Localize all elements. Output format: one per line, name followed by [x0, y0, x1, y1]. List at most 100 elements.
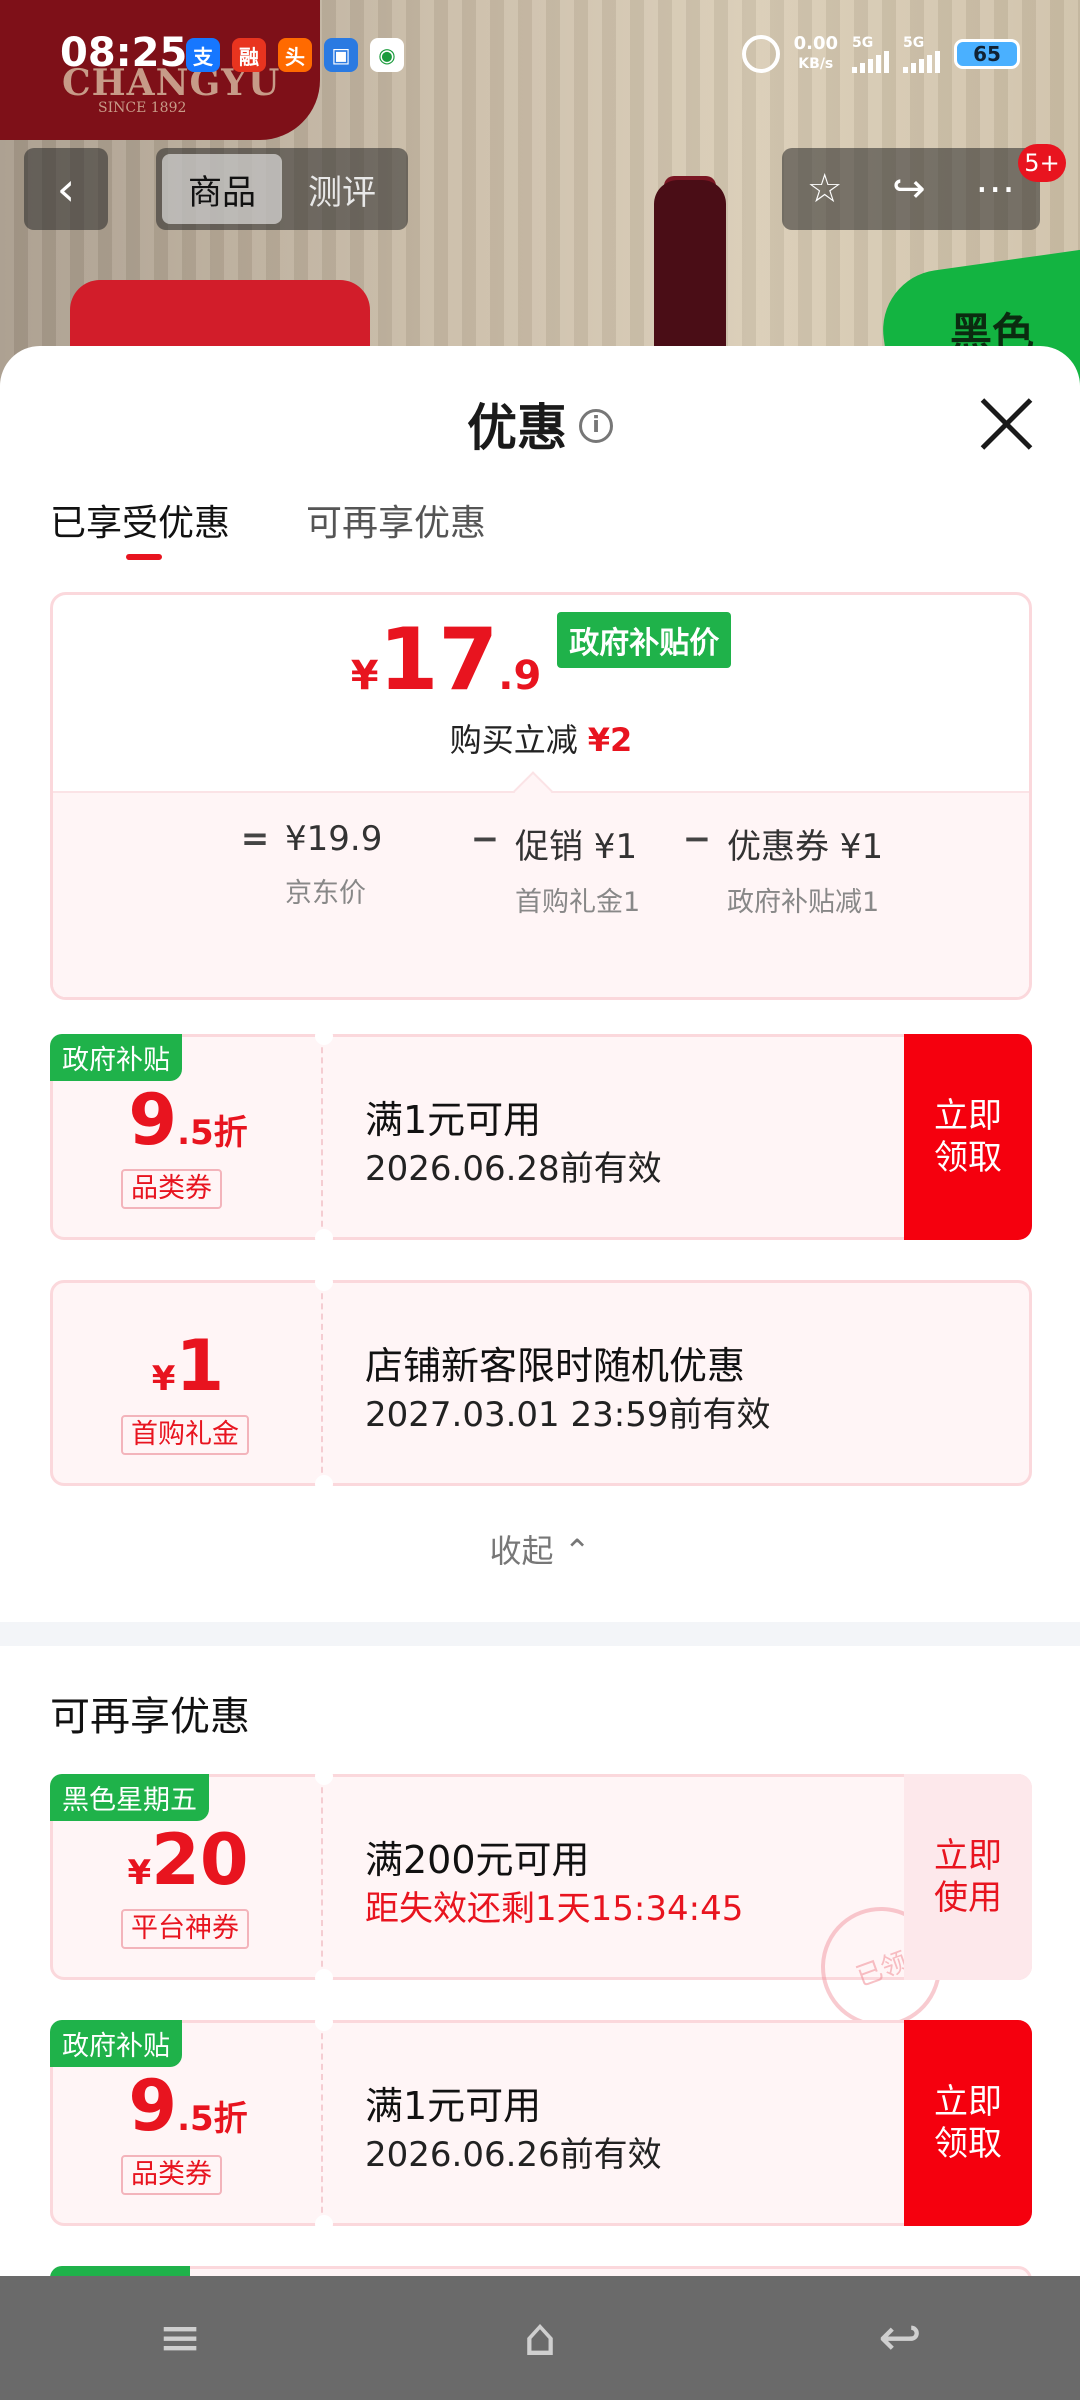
close-icon[interactable] — [978, 396, 1034, 452]
formula-item: 优惠券 ¥1 政府补贴减1 — [727, 819, 907, 922]
tab-review[interactable]: 测评 — [282, 154, 402, 224]
formula-value: 优惠券 ¥1 — [727, 827, 884, 867]
coupon-condition: 满1元可用 — [365, 2084, 542, 2128]
coupon-card-partial — [50, 2266, 1032, 2276]
news-app-icon: 头 — [278, 38, 312, 72]
tab-enjoyed-discounts[interactable]: 已享受优惠 — [50, 494, 230, 560]
more-menu-icon[interactable]: ⋯ — [975, 166, 1015, 212]
carrier-app-icon: ◉ — [370, 38, 404, 72]
alipay-icon: 支 — [186, 38, 220, 72]
discount-tabs: 已享受优惠 可再享优惠 — [50, 494, 486, 560]
claim-coupon-label: 立即领取 — [934, 1096, 1002, 1178]
coupon-type-badge: 品类券 — [121, 2155, 222, 2195]
coupon-amount-main: 20 — [151, 1819, 249, 1901]
favorite-star-icon[interactable]: ☆ — [807, 166, 843, 212]
coupon-condition: 店铺新客限时随机优惠 — [365, 1344, 746, 1388]
formula-value: 促销 ¥1 — [515, 827, 638, 867]
coupon-amount-prefix: ¥ — [151, 1359, 176, 1399]
sim2-label: 5G — [903, 35, 925, 51]
coupon-notch — [315, 1475, 333, 1493]
coupon-source-tag — [50, 2266, 190, 2276]
coupon-card: ¥1 首购礼金 店铺新客限时随机优惠 2027.03.01 23:59前有效 — [50, 1273, 1032, 1493]
formula-label: 京东价 — [285, 878, 366, 909]
coupon-source-tag: 政府补贴 — [50, 1034, 182, 1081]
collapse-label: 收起 — [489, 1532, 554, 1570]
coupon-amount: 9.5折 — [53, 1085, 323, 1155]
menu-icon[interactable]: ≡ — [120, 2308, 240, 2368]
claim-coupon-label: 立即领取 — [934, 2082, 1002, 2164]
coupon-amount-prefix: ¥ — [127, 1853, 152, 1893]
coupon-notch — [315, 1767, 333, 1785]
coupon-source-tag: 黑色星期五 — [50, 1774, 209, 1821]
collapse-button[interactable]: 收起 ⌃ — [0, 1526, 1080, 1572]
signal-sim1: 5G — [852, 35, 889, 73]
sheet-title: 优惠 — [467, 399, 567, 457]
nav-actions: ☆ ↪ ⋯ — [782, 148, 1040, 230]
price-summary-card: ¥ 17 .9 政府补贴价 购买立减 ¥2 = ¥19.9 京东价 − 促销 ¥1… — [50, 592, 1032, 1000]
coupon-condition: 满200元可用 — [365, 1838, 590, 1882]
coupon-amount-suffix: .5折 — [177, 2099, 248, 2139]
tab-more-discounts[interactable]: 可再享优惠 — [306, 494, 486, 546]
formula-label: 首购礼金1 — [515, 887, 641, 918]
coupon-card: 黑色星期五 ¥20 平台神券 满200元可用 距失效还剩1天15:34:45 已… — [50, 1767, 1032, 2044]
message-count-badge: 5+ — [1018, 144, 1066, 182]
coupon-card: 政府补贴 9.5折 品类券 满1元可用 2026.06.28前有效 立即领取 — [50, 1027, 1032, 1247]
reduction-value: ¥2 — [587, 721, 633, 759]
coupon-notch — [315, 1969, 333, 1987]
coupon-type-badge: 平台神券 — [121, 1909, 249, 1949]
coupon-card: 政府补贴 9.5折 品类券 满1元可用 2026.06.26前有效 立即领取 — [50, 2013, 1032, 2233]
signal-bars-icon — [852, 51, 889, 73]
coupon-amount: 9.5折 — [53, 2071, 323, 2141]
message-app-icon: ▣ — [324, 38, 358, 72]
back-button[interactable]: ‹ — [24, 148, 108, 230]
network-speed-value: 0.00 — [793, 33, 838, 54]
coupon-notch — [315, 2013, 333, 2031]
coupon-notch — [315, 1229, 333, 1247]
system-nav-bar: ≡ ⌂ ↩ — [0, 2276, 1080, 2400]
claim-coupon-button[interactable]: 立即领取 — [904, 1034, 1032, 1240]
signal-sim2: 5G — [903, 35, 940, 73]
coupon-countdown: 距失效还剩1天15:34:45 — [365, 1889, 744, 1929]
coupon-amount-main: 1 — [175, 1325, 225, 1407]
purchase-reduction: 购买立减 ¥2 — [53, 715, 1029, 761]
coupon-condition: 满1元可用 — [365, 1098, 542, 1142]
sheet-header: 优惠 i — [0, 388, 1080, 460]
reduction-label: 购买立减 — [449, 721, 578, 759]
status-bar: 08:25 支 融 头 ▣ ◉ 0.00 KB/s 5G 5G 65 — [0, 0, 1080, 110]
price-integer: 17 — [378, 610, 499, 710]
network-speed-unit: KB/s — [798, 56, 834, 72]
coupon-amount-suffix: .5折 — [177, 1113, 248, 1153]
finance-app-icon: 融 — [232, 38, 266, 72]
info-icon[interactable]: i — [579, 408, 613, 443]
use-coupon-button[interactable]: 立即使用 — [904, 1774, 1032, 1980]
coupon-notch — [315, 2215, 333, 2233]
coupon-type-badge: 首购礼金 — [121, 1415, 249, 1455]
alarm-icon — [741, 35, 780, 73]
share-icon[interactable]: ↪ — [892, 166, 926, 212]
minus-sign: − — [470, 819, 500, 859]
minus-sign: − — [682, 819, 712, 859]
discount-sheet: 优惠 i 已享受优惠 可再享优惠 ¥ 17 .9 政府补贴价 购买立减 ¥2 = ¥… — [0, 346, 1080, 2276]
price-formula: = ¥19.9 京东价 − 促销 ¥1 首购礼金1 − 优惠券 ¥1 政府补贴减… — [225, 819, 907, 922]
section-divider — [0, 1622, 1080, 1646]
formula-item: ¥19.9 京东价 — [285, 819, 455, 913]
network-speed: 0.00 KB/s — [794, 34, 838, 74]
formula-label: 政府补贴减1 — [727, 887, 880, 918]
back-icon[interactable]: ↩ — [840, 2308, 960, 2368]
status-time: 08:25 — [60, 30, 188, 76]
battery-icon: 65 — [954, 39, 1020, 69]
coupon-amount: ¥1 — [53, 1331, 323, 1401]
coupon-amount-main: 9 — [128, 2065, 178, 2147]
claim-coupon-button[interactable]: 立即领取 — [904, 2020, 1032, 2226]
coupon-amount: ¥20 — [53, 1825, 323, 1895]
status-indicators: 0.00 KB/s 5G 5G 65 — [741, 34, 1020, 74]
product-tabs: 商品 测评 — [156, 148, 408, 230]
more-discounts-title: 可再享优惠 — [50, 1694, 250, 1740]
formula-value: ¥19.9 — [285, 819, 383, 859]
home-icon[interactable]: ⌂ — [480, 2308, 600, 2368]
coupon-validity: 2027.03.01 23:59前有效 — [365, 1395, 771, 1435]
final-price: ¥ 17 .9 政府补贴价 — [53, 610, 1029, 710]
tab-product[interactable]: 商品 — [162, 154, 282, 224]
gov-subsidy-price-tag: 政府补贴价 — [557, 612, 732, 668]
coupon-notch — [315, 1273, 333, 1291]
